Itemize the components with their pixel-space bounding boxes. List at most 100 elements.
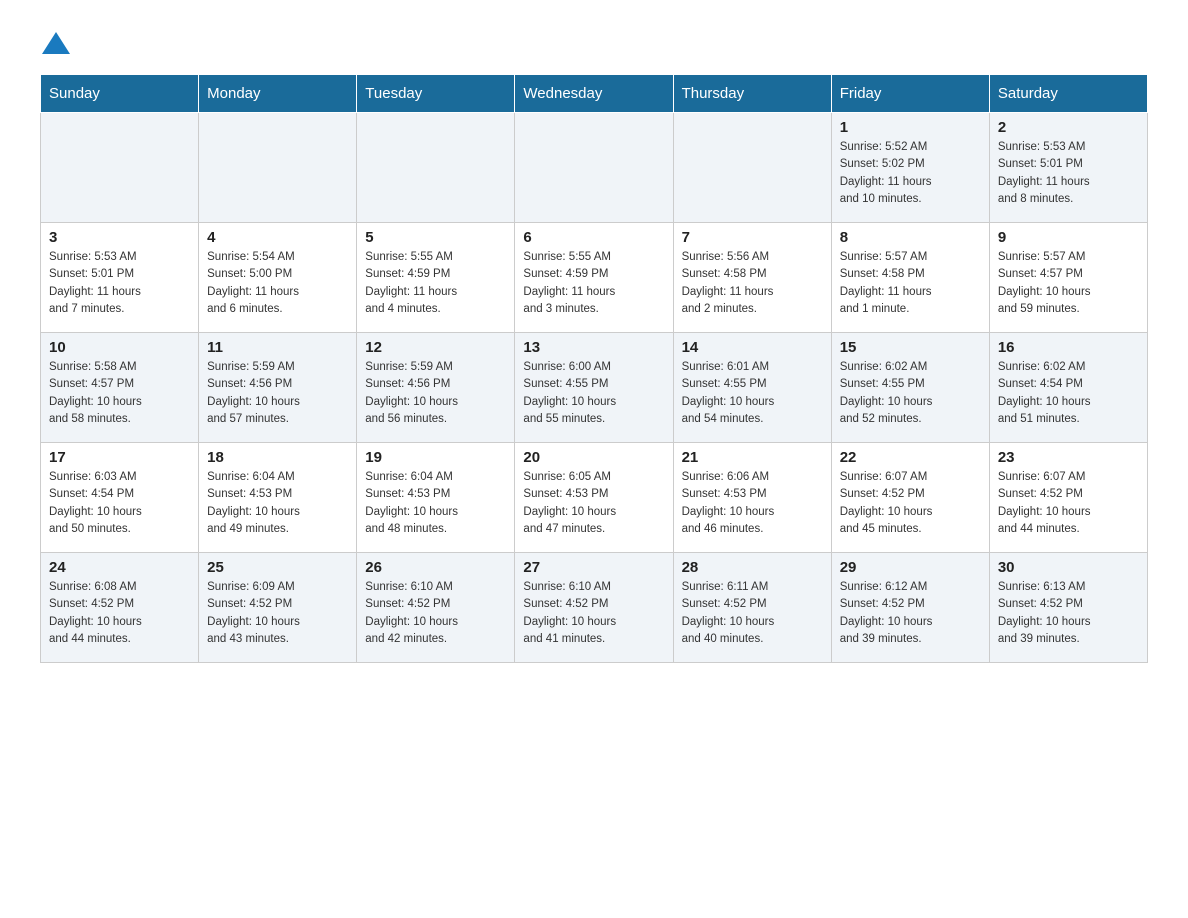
calendar-day-6: 6Sunrise: 5:55 AM Sunset: 4:59 PM Daylig… (515, 223, 673, 333)
day-number: 2 (998, 119, 1139, 136)
calendar-day-30: 30 Sunrise: 6:13 AM Sunset: 4:52 PM Dayli… (989, 553, 1147, 663)
calendar-day-24: 24 Sunrise: 6:08 AM Sunset: 4:52 PM Dayli… (41, 553, 199, 663)
calendar-day-25: 25 Sunrise: 6:09 AM Sunset: 4:52 PM Dayli… (199, 553, 357, 663)
calendar-day-14: 14Sunrise: 6:01 AM Sunset: 4:55 PM Dayli… (673, 333, 831, 443)
calendar-table: SundayMondayTuesdayWednesdayThursdayFrid… (40, 74, 1148, 663)
day-info: Sunrise: 6:07 AM Sunset: 4:52 PM Dayligh… (998, 469, 1139, 538)
day-number: 7 (682, 229, 823, 246)
day-number: 6 (523, 229, 664, 246)
day-info: Sunrise: 5:53 AM Sunset: 5:01 PM Dayligh… (998, 139, 1139, 208)
day-number: 22 (840, 449, 981, 466)
logo-triangle-icon (42, 32, 70, 54)
calendar-day-12: 12 Sunrise: 5:59 AM Sunset: 4:56 PM Dayli… (357, 333, 515, 443)
day-number: 5 (365, 229, 506, 246)
day-info: Sunrise: 6:10 AM Sunset: 4:52 PM Dayligh… (523, 579, 664, 648)
weekday-header-friday: Friday (831, 75, 989, 113)
day-info: Sunrise: 5:59 AM Sunset: 4:56 PM Dayligh… (365, 359, 506, 428)
day-info: Sunrise: 5:53 AM Sunset: 5:01 PM Dayligh… (49, 249, 190, 318)
day-info: Sunrise: 5:55 AM Sunset: 4:59 PM Dayligh… (365, 249, 506, 318)
calendar-day-23: 23 Sunrise: 6:07 AM Sunset: 4:52 PM Dayli… (989, 443, 1147, 553)
day-number: 15 (840, 339, 981, 356)
day-number: 19 (365, 449, 506, 466)
calendar-day-empty (41, 113, 199, 223)
day-info: Sunrise: 6:06 AM Sunset: 4:53 PM Dayligh… (682, 469, 823, 538)
day-info: Sunrise: 6:04 AM Sunset: 4:53 PM Dayligh… (207, 469, 348, 538)
day-number: 12 (365, 339, 506, 356)
day-info: Sunrise: 6:03 AM Sunset: 4:54 PM Dayligh… (49, 469, 190, 538)
day-number: 25 (207, 559, 348, 576)
logo (40, 30, 70, 54)
weekday-header-monday: Monday (199, 75, 357, 113)
calendar-day-empty (199, 113, 357, 223)
weekday-header-saturday: Saturday (989, 75, 1147, 113)
calendar-day-21: 21 Sunrise: 6:06 AM Sunset: 4:53 PM Dayli… (673, 443, 831, 553)
calendar-day-10: 10 Sunrise: 5:58 AM Sunset: 4:57 PM Dayli… (41, 333, 199, 443)
page-header (40, 30, 1148, 54)
day-number: 20 (523, 449, 664, 466)
calendar-day-27: 27 Sunrise: 6:10 AM Sunset: 4:52 PM Dayli… (515, 553, 673, 663)
calendar-week-row: 17 Sunrise: 6:03 AM Sunset: 4:54 PM Dayli… (41, 443, 1148, 553)
day-number: 16 (998, 339, 1139, 356)
day-info: Sunrise: 6:07 AM Sunset: 4:52 PM Dayligh… (840, 469, 981, 538)
day-info: Sunrise: 5:57 AM Sunset: 4:58 PM Dayligh… (840, 249, 981, 318)
calendar-day-2: 2 Sunrise: 5:53 AM Sunset: 5:01 PM Daylig… (989, 113, 1147, 223)
day-info: Sunrise: 5:56 AM Sunset: 4:58 PM Dayligh… (682, 249, 823, 318)
day-number: 27 (523, 559, 664, 576)
calendar-week-row: 10 Sunrise: 5:58 AM Sunset: 4:57 PM Dayli… (41, 333, 1148, 443)
day-number: 29 (840, 559, 981, 576)
calendar-week-row: 3 Sunrise: 5:53 AM Sunset: 5:01 PM Daylig… (41, 223, 1148, 333)
day-number: 30 (998, 559, 1139, 576)
day-info: Sunrise: 6:13 AM Sunset: 4:52 PM Dayligh… (998, 579, 1139, 648)
calendar-day-9: 9Sunrise: 5:57 AM Sunset: 4:57 PM Daylig… (989, 223, 1147, 333)
day-number: 1 (840, 119, 981, 136)
day-info: Sunrise: 6:09 AM Sunset: 4:52 PM Dayligh… (207, 579, 348, 648)
weekday-header-tuesday: Tuesday (357, 75, 515, 113)
day-number: 11 (207, 339, 348, 356)
day-number: 24 (49, 559, 190, 576)
calendar-day-16: 16 Sunrise: 6:02 AM Sunset: 4:54 PM Dayli… (989, 333, 1147, 443)
day-info: Sunrise: 5:52 AM Sunset: 5:02 PM Dayligh… (840, 139, 981, 208)
day-number: 28 (682, 559, 823, 576)
calendar-day-29: 29 Sunrise: 6:12 AM Sunset: 4:52 PM Dayli… (831, 553, 989, 663)
day-number: 3 (49, 229, 190, 246)
day-number: 18 (207, 449, 348, 466)
weekday-header-row: SundayMondayTuesdayWednesdayThursdayFrid… (41, 75, 1148, 113)
calendar-day-4: 4Sunrise: 5:54 AM Sunset: 5:00 PM Daylig… (199, 223, 357, 333)
calendar-day-19: 19Sunrise: 6:04 AM Sunset: 4:53 PM Dayli… (357, 443, 515, 553)
calendar-day-5: 5 Sunrise: 5:55 AM Sunset: 4:59 PM Daylig… (357, 223, 515, 333)
calendar-day-empty (357, 113, 515, 223)
weekday-header-thursday: Thursday (673, 75, 831, 113)
calendar-day-empty (515, 113, 673, 223)
calendar-day-26: 26 Sunrise: 6:10 AM Sunset: 4:52 PM Dayli… (357, 553, 515, 663)
calendar-day-empty (673, 113, 831, 223)
day-number: 17 (49, 449, 190, 466)
day-info: Sunrise: 6:11 AM Sunset: 4:52 PM Dayligh… (682, 579, 823, 648)
day-info: Sunrise: 6:02 AM Sunset: 4:54 PM Dayligh… (998, 359, 1139, 428)
day-info: Sunrise: 6:12 AM Sunset: 4:52 PM Dayligh… (840, 579, 981, 648)
weekday-header-wednesday: Wednesday (515, 75, 673, 113)
calendar-day-1: 1 Sunrise: 5:52 AM Sunset: 5:02 PM Daylig… (831, 113, 989, 223)
calendar-day-17: 17 Sunrise: 6:03 AM Sunset: 4:54 PM Dayli… (41, 443, 199, 553)
day-number: 23 (998, 449, 1139, 466)
day-info: Sunrise: 5:57 AM Sunset: 4:57 PM Dayligh… (998, 249, 1139, 318)
day-number: 21 (682, 449, 823, 466)
day-info: Sunrise: 6:00 AM Sunset: 4:55 PM Dayligh… (523, 359, 664, 428)
weekday-header-sunday: Sunday (41, 75, 199, 113)
calendar-week-row: 1 Sunrise: 5:52 AM Sunset: 5:02 PM Daylig… (41, 113, 1148, 223)
calendar-day-20: 20 Sunrise: 6:05 AM Sunset: 4:53 PM Dayli… (515, 443, 673, 553)
calendar-day-7: 7 Sunrise: 5:56 AM Sunset: 4:58 PM Daylig… (673, 223, 831, 333)
calendar-day-15: 15 Sunrise: 6:02 AM Sunset: 4:55 PM Dayli… (831, 333, 989, 443)
calendar-day-8: 8Sunrise: 5:57 AM Sunset: 4:58 PM Daylig… (831, 223, 989, 333)
day-info: Sunrise: 6:02 AM Sunset: 4:55 PM Dayligh… (840, 359, 981, 428)
day-info: Sunrise: 6:08 AM Sunset: 4:52 PM Dayligh… (49, 579, 190, 648)
day-number: 10 (49, 339, 190, 356)
day-info: Sunrise: 6:05 AM Sunset: 4:53 PM Dayligh… (523, 469, 664, 538)
day-info: Sunrise: 5:58 AM Sunset: 4:57 PM Dayligh… (49, 359, 190, 428)
calendar-day-3: 3 Sunrise: 5:53 AM Sunset: 5:01 PM Daylig… (41, 223, 199, 333)
day-info: Sunrise: 5:59 AM Sunset: 4:56 PM Dayligh… (207, 359, 348, 428)
day-info: Sunrise: 6:10 AM Sunset: 4:52 PM Dayligh… (365, 579, 506, 648)
calendar-day-22: 22 Sunrise: 6:07 AM Sunset: 4:52 PM Dayli… (831, 443, 989, 553)
day-info: Sunrise: 6:01 AM Sunset: 4:55 PM Dayligh… (682, 359, 823, 428)
day-number: 26 (365, 559, 506, 576)
calendar-day-28: 28 Sunrise: 6:11 AM Sunset: 4:52 PM Dayli… (673, 553, 831, 663)
